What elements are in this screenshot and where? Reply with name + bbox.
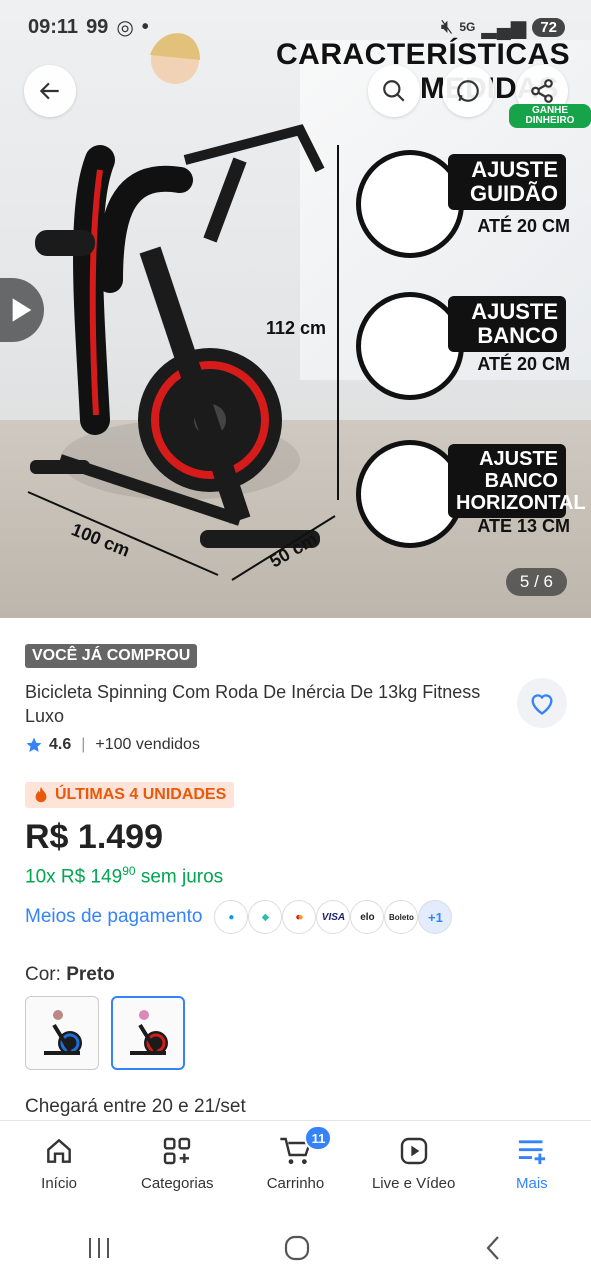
- color-swatch-red[interactable]: [111, 996, 185, 1070]
- more-payment-methods[interactable]: +1: [418, 900, 453, 934]
- price: R$ 1.499: [25, 818, 163, 856]
- nav-live-video[interactable]: Live e Vídeo: [355, 1121, 473, 1216]
- nav-cart-label: Carrinho: [266, 1175, 325, 1192]
- back-chevron-icon[interactable]: [482, 1234, 506, 1262]
- flame-icon: [35, 786, 47, 803]
- visa-icon: VISA: [316, 900, 351, 934]
- bottom-navigation: Início Categorias 11 Carrinho Live e Víd…: [0, 1120, 591, 1216]
- rating-value: 4.6: [49, 736, 72, 753]
- mute-icon: 🔇︎: [440, 15, 454, 38]
- favorite-button[interactable]: [517, 678, 567, 728]
- whatsapp-share-button[interactable]: [442, 65, 494, 117]
- earn-money-badge[interactable]: GANHE DINHEIRO: [509, 104, 591, 128]
- whatsapp-icon: [457, 80, 479, 102]
- network-label: 5G: [459, 20, 476, 34]
- star-icon: [26, 737, 42, 753]
- heart-icon: [531, 694, 553, 715]
- installments-amount: 10x R$ 149: [25, 866, 123, 888]
- dot-icon: •: [141, 15, 149, 38]
- color-label-prefix: Cor:: [25, 964, 61, 985]
- rating-row[interactable]: 4.6 | +100 vendidos: [25, 736, 200, 754]
- color-swatch-blue[interactable]: [25, 996, 99, 1070]
- nav-categories[interactable]: Categorias: [118, 1121, 236, 1216]
- battery-indicator: 72: [532, 17, 565, 37]
- sold-count: +100 vendidos: [95, 736, 200, 753]
- play-icon: [400, 1137, 427, 1165]
- signal-icon: ▂▄▆: [481, 16, 527, 39]
- elo-icon: elo: [350, 900, 385, 934]
- height-label: 112 cm: [266, 318, 327, 338]
- installments-cents: 90: [122, 864, 136, 878]
- menu-plus-icon: [518, 1140, 545, 1165]
- pix-icon: ◆: [248, 900, 283, 934]
- nav-live-video-label: Live e Vídeo: [371, 1175, 456, 1192]
- system-navigation-bar: [0, 1216, 591, 1280]
- cart-badge: 11: [304, 1125, 333, 1151]
- product-image-carousel[interactable]: 09:11 99 ◎ • 🔇︎ 5G ▂▄▆ 72 CARACTERÍSTICA…: [0, 0, 591, 618]
- bike-thumbnail: [44, 1010, 82, 1055]
- search-icon: [383, 80, 405, 102]
- mercadopago-icon: ●: [214, 900, 249, 934]
- nav-home-label: Início: [41, 1175, 78, 1192]
- notification-count: 99: [86, 15, 109, 38]
- arrow-left-icon: [39, 82, 59, 100]
- stock-urgency-badge: ÚLTIMAS 4 UNIDADES: [25, 782, 235, 808]
- delivery-estimate: Chegará entre 20 e 21/set: [25, 1096, 246, 1117]
- status-bar: 09:11 99 ◎ • 🔇︎ 5G ▂▄▆ 72: [28, 12, 565, 42]
- boleto-icon: Boleto: [384, 900, 419, 934]
- home-circle-icon[interactable]: [283, 1234, 311, 1262]
- nav-more-label: Mais: [516, 1175, 548, 1192]
- purchased-badge: VOCÊ JÁ COMPROU: [25, 644, 198, 668]
- nav-more[interactable]: Mais: [473, 1121, 591, 1216]
- color-value: Preto: [66, 964, 115, 985]
- back-button[interactable]: [24, 65, 76, 117]
- rating-separator: |: [81, 736, 86, 753]
- status-time: 09:11: [28, 15, 79, 38]
- play-icon: [12, 298, 32, 322]
- installments-suffix: sem juros: [140, 866, 224, 888]
- instagram-icon: ◎: [116, 16, 134, 39]
- urgency-text: ÚLTIMAS 4 UNIDADES: [55, 786, 227, 803]
- share-icon: [531, 79, 553, 103]
- image-counter: 5 / 6: [505, 568, 567, 596]
- home-icon: [47, 1138, 71, 1163]
- color-label: Cor: Preto: [25, 964, 115, 986]
- product-title: Bicicleta Spinning Com Roda De Inércia D…: [25, 682, 481, 726]
- payment-methods-row[interactable]: Meios de pagamento ● ◆ ● ● VISA elo Bolet…: [25, 900, 453, 934]
- grid-plus-icon: [164, 1137, 191, 1165]
- payment-methods-link[interactable]: Meios de pagamento: [25, 906, 202, 928]
- installments: 10x R$ 14990 sem juros: [25, 864, 223, 888]
- search-button[interactable]: [368, 65, 420, 117]
- recent-apps-icon[interactable]: [85, 1236, 113, 1260]
- nav-home[interactable]: Início: [0, 1121, 118, 1216]
- mastercard-icon: ● ●: [282, 900, 317, 934]
- nav-cart[interactable]: 11 Carrinho: [236, 1121, 354, 1216]
- nav-categories-label: Categorias: [141, 1175, 214, 1192]
- bike-thumbnail: [130, 1010, 168, 1055]
